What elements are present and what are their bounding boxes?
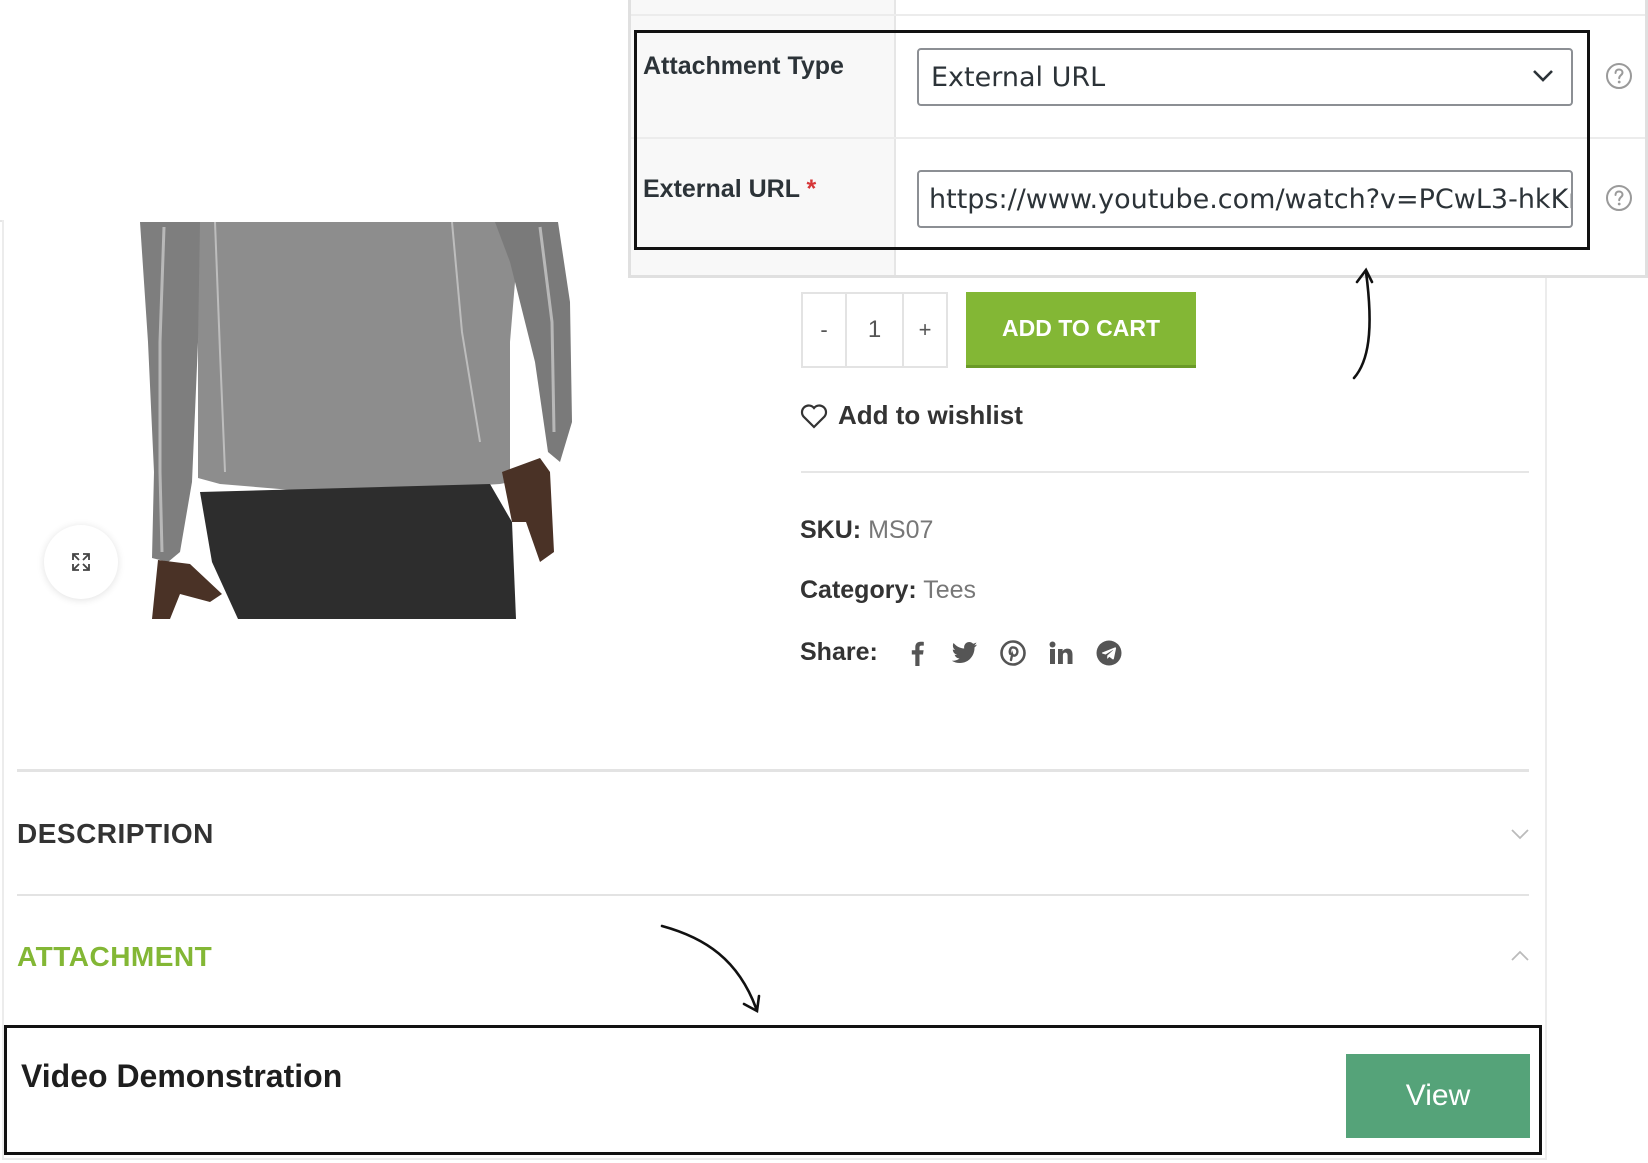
tab-description[interactable]: DESCRIPTION <box>17 818 214 850</box>
facebook-icon[interactable] <box>904 640 930 666</box>
pinterest-icon[interactable] <box>1000 639 1026 666</box>
external-url-input[interactable]: https://www.youtube.com/watch?v=PCwL3-hk… <box>917 170 1573 228</box>
chevron-down-icon <box>1533 70 1553 82</box>
add-to-wishlist-link[interactable]: Add to wishlist <box>800 400 1023 431</box>
share-label: Share: <box>800 638 878 666</box>
external-url-label: External URL * <box>643 175 816 204</box>
divider <box>801 471 1529 473</box>
sku-label: SKU: <box>800 516 862 544</box>
product-category: Category: Tees <box>800 576 976 605</box>
attachment-type-label: Attachment Type <box>643 52 844 80</box>
divider <box>17 894 1529 896</box>
external-url-label-text: External URL <box>643 175 800 203</box>
category-label: Category: <box>800 576 917 604</box>
sku-value: MS07 <box>868 516 934 544</box>
share-row: Share: <box>800 638 1122 667</box>
required-asterisk: * <box>806 175 817 203</box>
attachment-settings-panel: Attachment Type External URL External UR… <box>628 0 1648 278</box>
add-to-cart-button[interactable]: ADD TO CART <box>966 292 1196 368</box>
heart-icon <box>800 403 828 429</box>
quantity-increase-button[interactable]: + <box>904 294 946 366</box>
view-button[interactable]: View <box>1346 1054 1530 1138</box>
divider <box>631 14 1645 16</box>
chevron-down-icon[interactable] <box>1510 828 1530 840</box>
expand-icon <box>72 553 90 571</box>
attachment-item: Video Demonstration View <box>4 1025 1542 1155</box>
wishlist-label: Add to wishlist <box>838 400 1023 430</box>
quantity-input[interactable]: 1 <box>845 294 904 366</box>
zoom-image-button[interactable] <box>44 525 118 599</box>
attachment-type-value: External URL <box>931 61 1106 93</box>
quantity-stepper: - 1 + <box>801 292 948 368</box>
tab-attachment[interactable]: ATTACHMENT <box>17 941 212 973</box>
help-icon[interactable] <box>1605 184 1633 212</box>
product-sku: SKU: MS07 <box>800 516 933 545</box>
divider <box>631 137 1645 139</box>
linkedin-icon[interactable] <box>1048 640 1074 666</box>
product-image[interactable] <box>140 222 600 619</box>
quantity-decrease-button[interactable]: - <box>803 294 845 366</box>
chevron-up-icon[interactable] <box>1510 950 1530 962</box>
attachment-title: Video Demonstration <box>21 1058 343 1094</box>
divider <box>17 769 1529 772</box>
category-link[interactable]: Tees <box>923 576 976 604</box>
attachment-type-select[interactable]: External URL <box>917 48 1573 106</box>
help-icon[interactable] <box>1605 62 1633 90</box>
telegram-icon[interactable] <box>1096 640 1122 666</box>
twitter-icon[interactable] <box>951 640 978 666</box>
